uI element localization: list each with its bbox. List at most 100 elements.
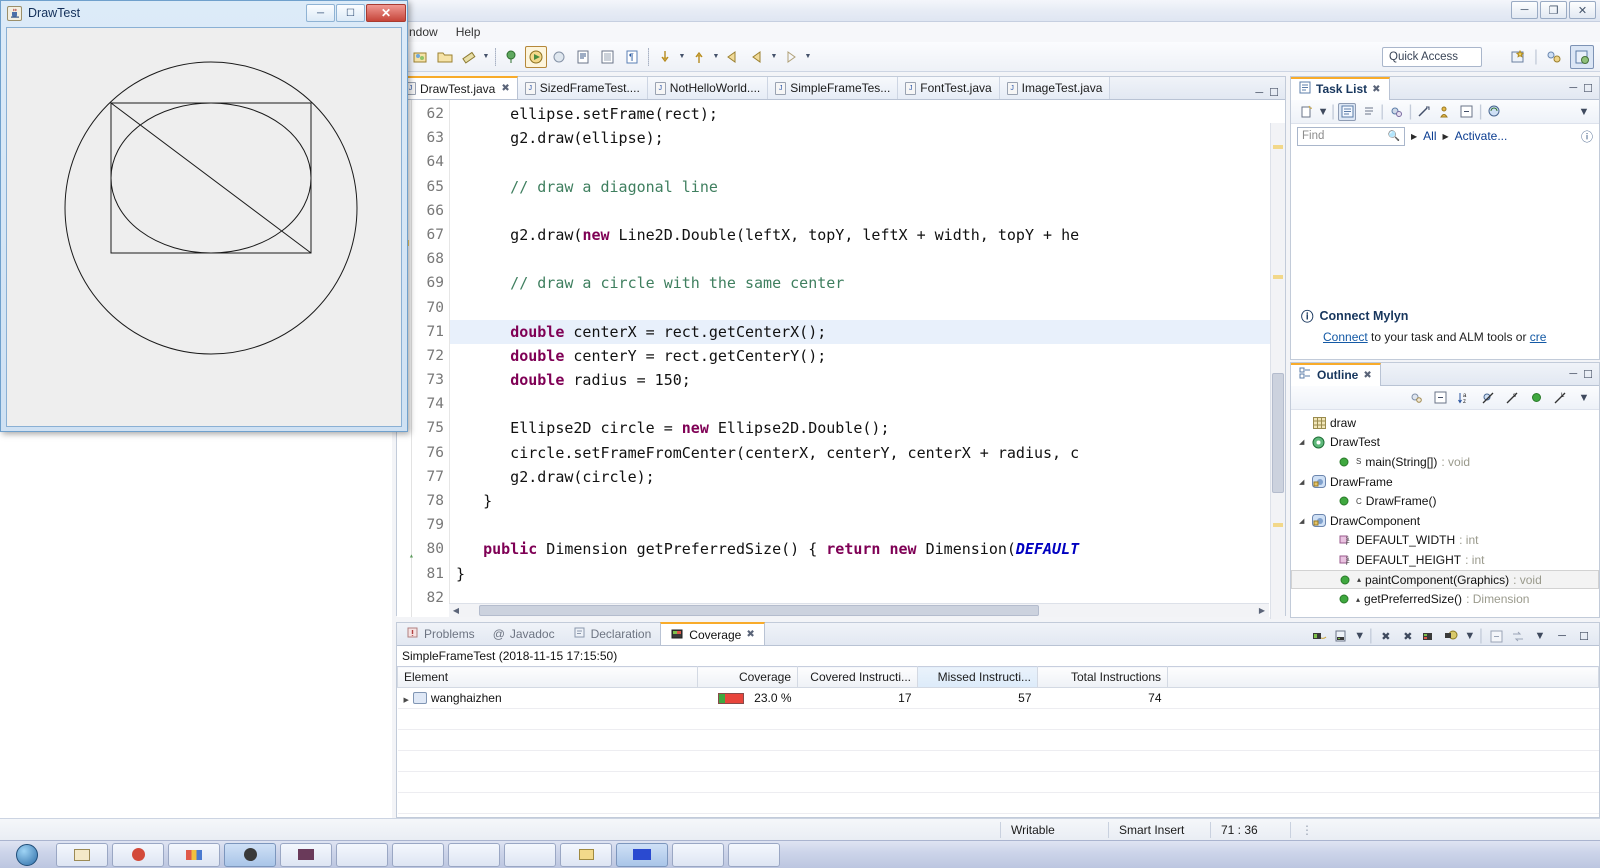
code-line[interactable]: Ellipse2D circle = new Ellipse2D.Double(…: [450, 416, 1285, 440]
outline-item[interactable]: ◢ DrawComponent: [1291, 511, 1599, 531]
hide-nonpublic-icon[interactable]: [1527, 389, 1545, 407]
close-icon[interactable]: ✖: [501, 83, 509, 94]
dropdown-arrow-icon[interactable]: ▼: [711, 53, 721, 60]
taskbar-item-12[interactable]: [672, 842, 724, 867]
outline-item[interactable]: Smain(String[]) : void: [1291, 452, 1599, 472]
collapse-all-icon[interactable]: [1457, 103, 1475, 121]
outline-item[interactable]: s F DEFAULT_HEIGHT : int: [1291, 550, 1599, 570]
editor-tab-drawtest[interactable]: J DrawTest.java ✖: [397, 76, 518, 99]
column-element[interactable]: Element: [397, 666, 698, 688]
dropdown-arrow-icon[interactable]: ▼: [769, 53, 779, 60]
view-menu-icon[interactable]: ▼: [1531, 627, 1549, 645]
coverage-settings-icon[interactable]: [1443, 627, 1461, 645]
taskbar-item-1[interactable]: [56, 842, 108, 867]
relaunch-coverage-icon[interactable]: [1421, 627, 1439, 645]
hide-fields-icon[interactable]: [1479, 389, 1497, 407]
tab-coverage[interactable]: Coverage ✖: [660, 622, 765, 645]
dropdown-arrow-icon[interactable]: ▼: [481, 53, 491, 60]
code-line[interactable]: }: [450, 562, 1285, 586]
find-input[interactable]: Find 🔍: [1297, 126, 1405, 146]
scrollbar-thumb[interactable]: [1272, 373, 1284, 493]
tab-problems[interactable]: Problems: [397, 623, 484, 645]
remove-icon[interactable]: ✖: [1377, 627, 1395, 645]
taskbar-item-8[interactable]: [448, 842, 500, 867]
synchronize-icon[interactable]: [1486, 103, 1504, 121]
taskbar-item-4[interactable]: [224, 842, 276, 867]
column-coverage[interactable]: Coverage: [697, 666, 798, 688]
scroll-left-icon[interactable]: ◀: [449, 606, 463, 615]
previous-annotation-icon[interactable]: [688, 46, 710, 68]
focus-on-active-task-icon[interactable]: [1407, 389, 1425, 407]
collapse-all-icon[interactable]: [1431, 389, 1449, 407]
link-with-selection-icon[interactable]: [1509, 627, 1527, 645]
overview-mark[interactable]: [1273, 275, 1283, 279]
editor-tab-imagetest[interactable]: J ImageTest.java: [999, 77, 1111, 99]
editor-horizontal-scrollbar[interactable]: ◀ ▶: [449, 603, 1269, 617]
expand-triangle-icon[interactable]: ◢: [1299, 517, 1308, 525]
tab-task-list[interactable]: Task List ✖: [1291, 76, 1390, 100]
column-covered-instructions[interactable]: Covered Instructi...: [797, 666, 918, 688]
code-line[interactable]: public Dimension getPreferredSize() { re…: [450, 537, 1285, 561]
session-icon[interactable]: [1311, 627, 1329, 645]
back-icon[interactable]: [722, 46, 744, 68]
toggle-mark-occurrences-icon[interactable]: ¶: [621, 46, 643, 68]
taskbar-item-10[interactable]: [560, 842, 612, 867]
minimize-icon[interactable]: ─: [1569, 368, 1577, 381]
close-icon[interactable]: ✖: [1363, 370, 1371, 381]
code-line[interactable]: [450, 199, 1285, 223]
taskbar-item-9[interactable]: [504, 842, 556, 867]
cell-element[interactable]: ▶ wanghaizhen: [397, 687, 698, 709]
tab-javadoc[interactable]: @ Javadoc: [484, 623, 564, 645]
forward-icon[interactable]: [746, 46, 768, 68]
scroll-right-icon[interactable]: ▶: [1255, 606, 1269, 615]
editor-tab-fonttest[interactable]: J FontTest.java: [898, 77, 1000, 99]
minimize-icon[interactable]: ─: [1255, 87, 1263, 99]
scrollbar-thumb[interactable]: [479, 605, 1039, 616]
code-line[interactable]: g2.draw(new Line2D.Double(leftX, topY, l…: [450, 223, 1285, 247]
code-line[interactable]: g2.draw(ellipse);: [450, 126, 1285, 150]
collapse-all-icon[interactable]: [1487, 627, 1505, 645]
scheduled-view-icon[interactable]: [1359, 103, 1377, 121]
tab-declaration[interactable]: Declaration: [564, 623, 661, 645]
help-icon[interactable]: ⓘ: [1581, 128, 1593, 145]
code-line[interactable]: [450, 247, 1285, 271]
code-line[interactable]: double radius = 150;: [450, 368, 1285, 392]
drawtest-titlebar[interactable]: DrawTest ─ ☐ ✕: [1, 1, 407, 25]
dropdown-arrow-icon[interactable]: ▼: [677, 53, 687, 60]
code-line[interactable]: double centerX = rect.getCenterX();: [450, 319, 1285, 344]
taskbar-item-2[interactable]: [112, 842, 164, 867]
dropdown-arrow-icon[interactable]: ▼: [1464, 627, 1475, 645]
editor-tab-simpleframetest[interactable]: J SimpleFrameTes...: [768, 77, 899, 99]
code-editor[interactable]: 62 63 64 65 66 67 68 69 70 71 72 73 74 75 76 77 78 79 ▴ 80 8…: [397, 100, 1285, 619]
menu-help[interactable]: Help: [447, 23, 490, 41]
column-missed-instructions[interactable]: Missed Instructi...: [917, 666, 1038, 688]
expand-triangle-icon[interactable]: ▶: [404, 697, 409, 704]
overview-mark[interactable]: [1273, 523, 1283, 527]
new-perspective-icon[interactable]: [1506, 45, 1530, 69]
table-row[interactable]: ▶ wanghaizhen 23.0 % 17 57 74: [397, 687, 1599, 709]
quick-access-input[interactable]: Quick Access: [1382, 47, 1482, 67]
editor-vertical-scrollbar[interactable]: [1270, 123, 1285, 619]
code-line[interactable]: }: [450, 489, 1285, 513]
overview-mark[interactable]: [1273, 145, 1283, 149]
taskbar-item-6[interactable]: [336, 842, 388, 867]
outline-tree[interactable]: draw ◢ DrawTest Smain(String[]) : void ◢ Draw…: [1291, 410, 1599, 609]
maximize-icon[interactable]: ☐: [1583, 82, 1593, 95]
eclipse-close-button[interactable]: ✕: [1569, 1, 1596, 19]
view-menu-icon[interactable]: ▼: [1575, 389, 1593, 407]
outline-item[interactable]: ▴ getPreferredSize() : Dimension: [1291, 589, 1599, 609]
open-folder-icon[interactable]: [434, 46, 456, 68]
code-line[interactable]: ellipse.setFrame(rect);: [450, 102, 1285, 126]
outline-item[interactable]: ◢ DrawFrame: [1291, 472, 1599, 492]
column-total-instructions[interactable]: Total Instructions: [1037, 666, 1168, 688]
maximize-icon[interactable]: ☐: [1269, 86, 1279, 99]
filter-triangle-icon[interactable]: ▶: [1443, 132, 1449, 141]
outline-item[interactable]: ◢ DrawTest: [1291, 433, 1599, 453]
next-annotation-icon[interactable]: [654, 46, 676, 68]
taskbar-item-7[interactable]: [392, 842, 444, 867]
drawtest-minimize-button[interactable]: ─: [306, 4, 335, 22]
drawtest-window[interactable]: DrawTest ─ ☐ ✕: [0, 0, 408, 432]
coverage-run-icon[interactable]: [549, 46, 571, 68]
taskbar-item-13[interactable]: [728, 842, 780, 867]
start-button[interactable]: [0, 842, 54, 868]
